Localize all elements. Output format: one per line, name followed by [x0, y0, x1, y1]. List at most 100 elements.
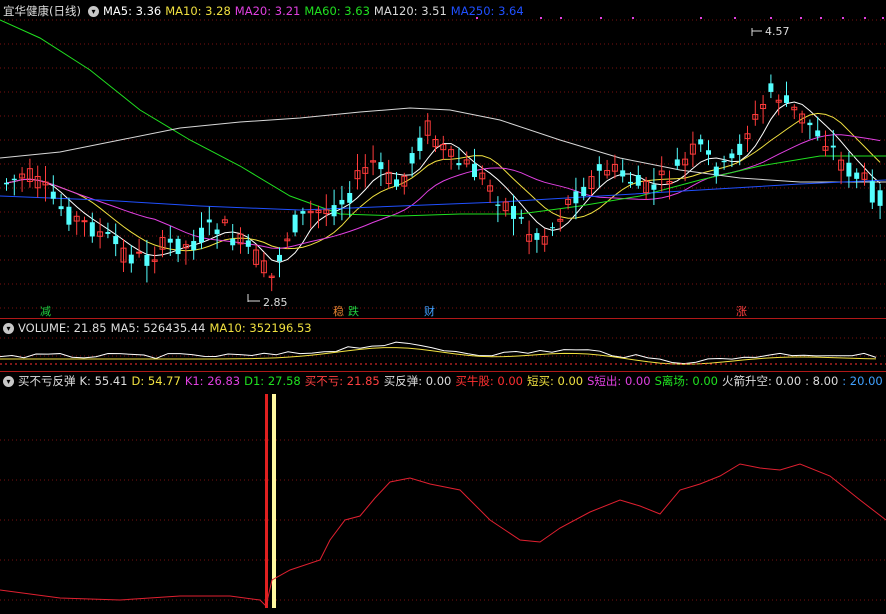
candle-body	[331, 205, 337, 217]
candle-body	[58, 206, 64, 210]
candle-body	[11, 178, 17, 181]
candle-body	[394, 179, 399, 187]
indicator-buy-no-loss: 买不亏: 21.85	[304, 374, 380, 388]
volume-ma10-label: MA10: 352196.53	[209, 321, 312, 335]
signal-dot	[842, 17, 844, 19]
high-price-label: 4.57	[765, 25, 790, 38]
candle-body	[144, 254, 150, 266]
ma20-label: MA20: 3.21	[234, 4, 301, 18]
candle-body	[729, 153, 735, 159]
candle-body	[206, 219, 212, 223]
marker-fall: 跌	[348, 304, 359, 318]
candle-body	[573, 191, 579, 204]
ma60-label: MA60: 3.63	[304, 4, 370, 18]
signal-dot	[632, 17, 634, 19]
candle-body	[50, 191, 56, 199]
indicator-line	[0, 463, 886, 607]
candle-body	[698, 139, 704, 145]
candle-body	[175, 238, 181, 255]
candle-body	[596, 164, 602, 171]
candle-body	[495, 204, 501, 206]
indicator-name: 买不亏反弹	[18, 374, 76, 388]
indicator-k1: K1: 26.83	[184, 374, 241, 388]
candle-body	[89, 222, 95, 237]
ma10-label: MA10: 3.28	[165, 4, 231, 18]
marker-reduce: 减	[40, 305, 51, 318]
candle-body	[199, 227, 204, 243]
candle-body	[628, 181, 633, 184]
candle-body	[768, 83, 774, 92]
candle-body	[651, 184, 657, 190]
volume-ma5-line	[0, 341, 877, 365]
grid-lines	[0, 19, 886, 601]
candle-body	[66, 206, 72, 225]
candle-body	[339, 199, 345, 205]
indicator-plot	[0, 394, 886, 608]
candle-body	[4, 182, 9, 185]
candle-body	[409, 153, 415, 164]
candle-body	[830, 145, 836, 148]
signal-dot	[820, 17, 822, 19]
indicator-level-20: : 20.00	[842, 374, 883, 388]
signal-bar-red	[265, 394, 268, 608]
candle-body	[721, 160, 727, 163]
candle-body	[807, 122, 813, 126]
signal-dot	[560, 17, 562, 19]
volume-settings-icon[interactable]: ▾	[3, 323, 14, 334]
candle-body	[581, 186, 587, 197]
signal-dot	[882, 17, 884, 19]
ma5-line	[6, 101, 881, 263]
candle-body	[472, 163, 477, 178]
signal-dot	[600, 17, 602, 19]
candle-body	[815, 130, 821, 137]
candle-body	[518, 217, 524, 219]
signal-dot	[700, 17, 702, 19]
candle-body	[456, 163, 462, 166]
volume-ma-lines	[0, 341, 886, 365]
candle-body	[245, 240, 251, 247]
chart-canvas[interactable]: 4.57 2.85 减 稳 跌 财 涨	[0, 0, 886, 614]
marker-wealth: 财	[424, 304, 435, 318]
panel-separator-top	[0, 318, 886, 319]
candle-body	[635, 175, 641, 186]
price-legend: 宜华健康(日线) ▾ MA5: 3.36 MA10: 3.28 MA20: 3.21 MA…	[0, 3, 528, 19]
candle-body	[706, 150, 711, 155]
low-price-label: 2.85	[263, 296, 288, 309]
top-signal-dots	[476, 17, 884, 19]
marker-stable: 稳	[333, 304, 344, 318]
indicator-buy-rebound: 买反弹: 0.00	[383, 374, 452, 388]
indicator-rocket: 火箭升空: 0.00	[722, 374, 802, 388]
candle-body	[113, 236, 119, 245]
marker-rise: 涨	[736, 305, 747, 318]
indicator-settings-icon[interactable]: ▾	[3, 376, 14, 387]
signal-dot	[734, 17, 736, 19]
indicator-legend: ▾ 买不亏反弹 K: 55.41 D: 54.77 K1: 26.83 D1: 27.58…	[0, 373, 886, 389]
candle-body	[378, 162, 384, 170]
candle-body	[214, 229, 220, 235]
candle-body	[105, 231, 111, 234]
candle-body	[854, 172, 860, 179]
ma120-label: MA120: 3.51	[373, 4, 447, 18]
candle-body	[869, 181, 875, 203]
ma5-label: MA5: 3.36	[102, 4, 162, 18]
candle-body	[417, 137, 423, 151]
candle-body	[128, 254, 134, 264]
candle-body	[784, 95, 789, 103]
candle-body	[534, 233, 540, 240]
volume-legend: ▾ VOLUME: 21.85 MA5: 526435.44 MA10: 352196…	[0, 320, 316, 336]
ma250-line	[0, 179, 886, 211]
signal-dot	[770, 17, 772, 19]
candle-body	[136, 251, 143, 254]
candle-body	[277, 254, 282, 262]
indicator-k: K: 55.41	[79, 374, 128, 388]
signal-dot	[864, 17, 866, 19]
signal-markers: 减 稳 跌 财 涨	[40, 304, 747, 318]
signal-bar-yellow	[272, 394, 276, 608]
candle-body	[550, 227, 555, 229]
candle-body	[81, 220, 88, 223]
indicator-level-8: : 8.00	[805, 374, 839, 388]
volume-ma5-label: MA5: 526435.44	[110, 321, 206, 335]
signal-dot	[800, 17, 802, 19]
settings-icon[interactable]: ▾	[87, 6, 99, 17]
candle-body	[347, 192, 353, 203]
